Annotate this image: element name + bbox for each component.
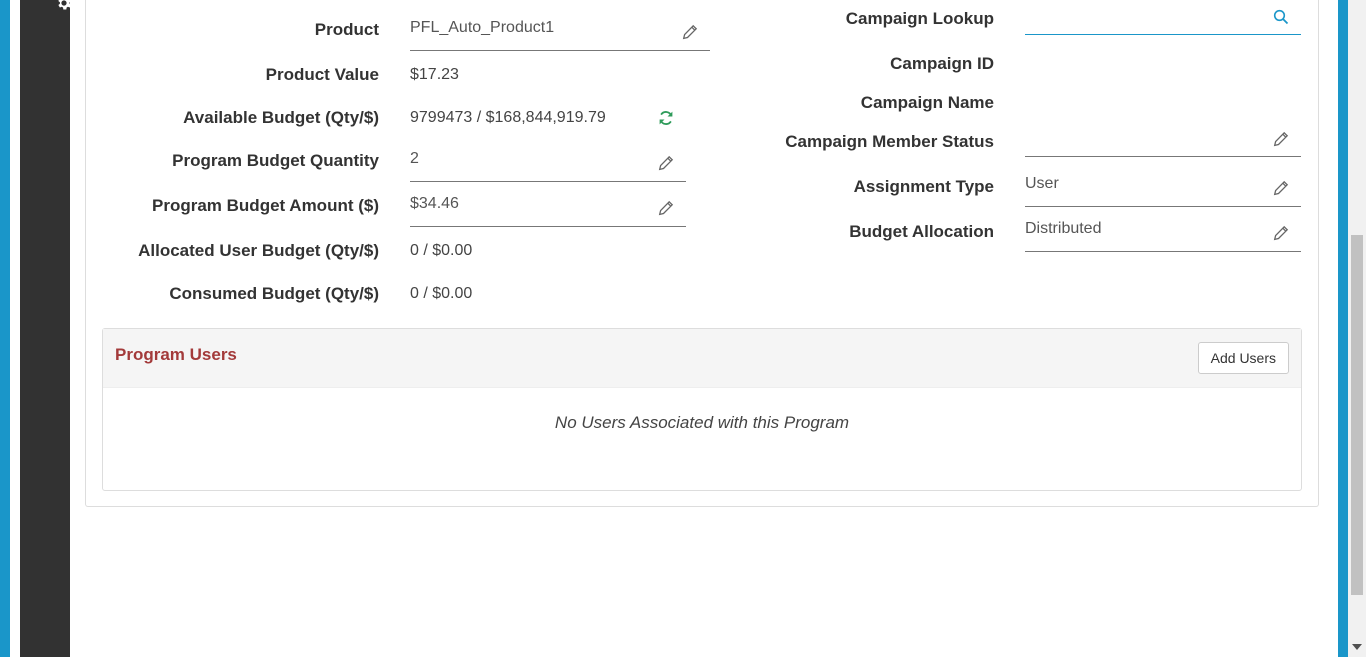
- campaign-member-status-field[interactable]: [1025, 116, 1301, 157]
- allocated-user-budget-value: 0 / $0.00: [410, 242, 473, 259]
- program-budget-amt-field[interactable]: $34.46: [410, 186, 686, 227]
- product-value-label: Product Value: [265, 65, 379, 84]
- main-content: Product PFL_Auto_Product1 Product Value …: [70, 0, 1338, 657]
- campaign-lookup-input[interactable]: [1025, 0, 1301, 35]
- program-users-title: Program Users: [115, 345, 237, 364]
- right-window-edge: [1338, 0, 1348, 657]
- program-budget-qty-value: 2: [410, 150, 419, 167]
- program-budget-amt-label: Program Budget Amount ($): [152, 196, 379, 215]
- consumed-budget-value: 0 / $0.00: [410, 285, 473, 302]
- vertical-scrollbar[interactable]: [1348, 0, 1366, 657]
- left-window-edge: [0, 0, 10, 657]
- assignment-type-label: Assignment Type: [853, 177, 994, 196]
- product-label: Product: [314, 20, 379, 39]
- campaign-id-label: Campaign ID: [890, 54, 994, 73]
- program-budget-qty-field[interactable]: 2: [410, 141, 686, 182]
- pencil-icon[interactable]: [658, 200, 674, 216]
- consumed-budget-label: Consumed Budget (Qty/$): [169, 284, 379, 303]
- budget-allocation-field[interactable]: Distributed: [1025, 211, 1301, 252]
- assignment-type-value: User: [1025, 175, 1059, 192]
- campaign-lookup-label: Campaign Lookup: [845, 9, 994, 28]
- budget-allocation-value: Distributed: [1025, 220, 1102, 237]
- refresh-icon[interactable]: [657, 109, 675, 127]
- program-users-header: Program Users Add Users: [103, 329, 1301, 388]
- pencil-icon[interactable]: [1273, 225, 1289, 241]
- available-budget-value: 9799473 / $168,844,919.79: [410, 109, 606, 126]
- add-users-button[interactable]: Add Users: [1197, 342, 1289, 374]
- pencil-icon[interactable]: [658, 155, 674, 171]
- pencil-icon[interactable]: [1273, 131, 1289, 147]
- allocated-user-budget-label: Allocated User Budget (Qty/$): [138, 241, 379, 260]
- campaign-name-label: Campaign Name: [860, 93, 994, 112]
- scrollbar-thumb[interactable]: [1351, 235, 1363, 595]
- product-value: PFL_Auto_Product1: [410, 19, 555, 36]
- search-icon[interactable]: [1273, 9, 1289, 25]
- scroll-down-arrow-icon[interactable]: [1352, 644, 1362, 650]
- sidebar-edge: [10, 0, 20, 657]
- program-budget-qty-label: Program Budget Quantity: [172, 151, 379, 170]
- program-budget-amt-value: $34.46: [410, 195, 459, 212]
- campaign-member-status-label: Campaign Member Status: [785, 132, 994, 151]
- pencil-icon[interactable]: [682, 24, 698, 40]
- program-users-panel: Program Users Add Users No Users Associa…: [102, 328, 1302, 491]
- empty-users-message: No Users Associated with this Program: [554, 413, 850, 432]
- budget-allocation-label: Budget Allocation: [849, 222, 994, 241]
- nav-rail: [20, 0, 72, 657]
- available-budget-label: Available Budget (Qty/$): [183, 108, 379, 127]
- product-value-amount: $17.23: [410, 66, 459, 83]
- product-field[interactable]: PFL_Auto_Product1: [410, 10, 710, 51]
- assignment-type-field[interactable]: User: [1025, 166, 1301, 207]
- pencil-icon[interactable]: [1273, 180, 1289, 196]
